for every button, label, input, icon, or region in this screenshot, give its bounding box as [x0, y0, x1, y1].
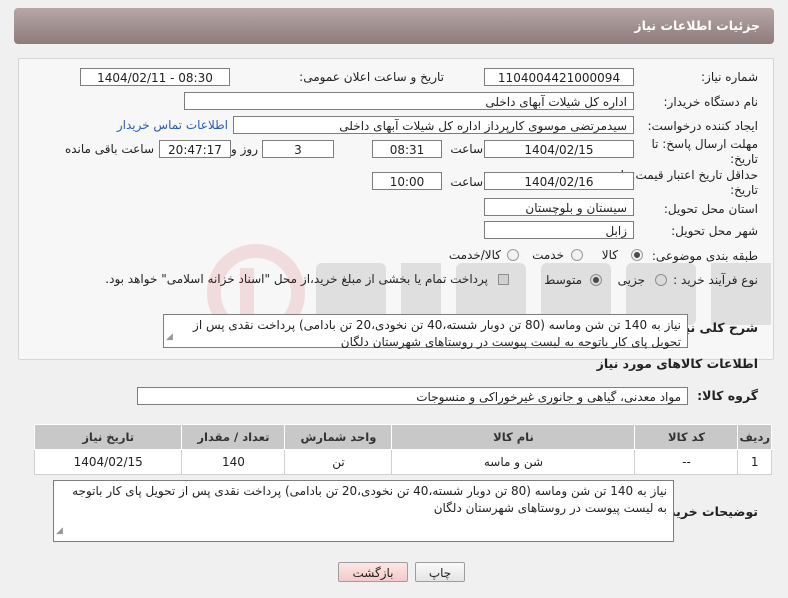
validity-time-label: ساعت: [450, 175, 483, 189]
validity-date-field[interactable]: 1404/02/16: [484, 172, 634, 190]
buyer-org-label: نام دستگاه خریدار:: [663, 95, 759, 109]
city-label: شهر محل تحویل:: [671, 224, 758, 238]
back-button[interactable]: بازگشت: [338, 562, 408, 582]
category-radio-service[interactable]: [571, 249, 583, 261]
page-title: جزئیات اطلاعات نیاز: [634, 18, 760, 33]
goods-group-field[interactable]: مواد معدنی، گیاهی و جانوری غیرخوراکی و م…: [137, 387, 688, 405]
cell-quantity: 140: [181, 449, 286, 475]
buyer-contact-link[interactable]: اطلاعات تماس خریدار: [117, 118, 228, 132]
resize-grip-icon[interactable]: ◢: [166, 329, 173, 346]
process-radio-medium[interactable]: [590, 274, 602, 286]
category-option-goods-service: کالا/خدمت: [448, 248, 501, 262]
description-text: نیاز به 140 تن شن وماسه (80 تن دوبار شست…: [193, 318, 681, 349]
buyer-org-field[interactable]: اداره کل شیلات آبهای داخلی: [184, 92, 634, 110]
category-option-service: خدمت: [532, 248, 564, 262]
goods-section-title: اطلاعات کالاهای مورد نیاز: [596, 356, 758, 371]
resize-grip-icon[interactable]: ◢: [56, 523, 63, 540]
description-textarea[interactable]: نیاز به 140 تن شن وماسه (80 تن دوبار شست…: [163, 314, 688, 349]
payment-note: پرداخت تمام یا بخشی از مبلغ خرید،از محل …: [105, 272, 488, 286]
cell-name: شن و ماسه: [391, 449, 636, 475]
province-field[interactable]: سیستان و بلوچستان: [484, 198, 634, 216]
page-header: جزئیات اطلاعات نیاز: [14, 8, 774, 44]
process-option-medium: متوسط: [544, 273, 582, 287]
announce-field[interactable]: 1404/02/11 - 08:30: [80, 68, 230, 86]
validity-time-field[interactable]: 10:00: [372, 172, 442, 190]
process-radio-minor[interactable]: [655, 274, 667, 286]
deadline-label: مهلت ارسال پاسخ: تا تاریخ:: [651, 137, 758, 166]
category-radio-goods[interactable]: [631, 249, 643, 261]
cell-code: --: [634, 449, 739, 475]
need-number-label: شماره نیاز:: [701, 70, 758, 84]
category-radio-goods-service[interactable]: [507, 249, 519, 261]
print-button[interactable]: چاپ: [415, 562, 465, 582]
deadline-time-label: ساعت: [450, 142, 483, 156]
col-name: نام کالا: [391, 424, 636, 450]
col-row: ردیف: [737, 424, 772, 450]
creator-field[interactable]: سیدمرتضی موسوی کارپرداز اداره کل شیلات آ…: [233, 116, 634, 134]
treasury-checkbox[interactable]: [498, 274, 509, 285]
col-unit: واحد شمارش: [284, 424, 393, 450]
deadline-date-field[interactable]: 1404/02/15: [484, 140, 634, 158]
cell-unit: تن: [284, 449, 393, 475]
process-label: نوع فرآیند خرید :: [673, 273, 758, 287]
col-code: کد کالا: [634, 424, 739, 450]
goods-group-label: گروه کالا:: [697, 388, 758, 403]
need-number-field[interactable]: 1104004421000094: [484, 68, 634, 86]
goods-table: ردیف کد کالا نام کالا واحد شمارش تعداد /…: [33, 424, 772, 475]
goods-table-header: ردیف کد کالا نام کالا واحد شمارش تعداد /…: [33, 424, 772, 450]
process-option-minor: جزیی: [617, 273, 645, 287]
cell-row: 1: [737, 449, 772, 475]
days-field[interactable]: 3: [262, 140, 334, 158]
buyer-notes-text: نیاز به 140 تن شن وماسه (80 تن دوبار شست…: [72, 484, 667, 515]
creator-label: ایجاد کننده درخواست:: [647, 119, 758, 133]
province-label: استان محل تحویل:: [663, 202, 758, 216]
remaining-label: ساعت باقی مانده: [64, 142, 154, 156]
buyer-notes-textarea[interactable]: نیاز به 140 تن شن وماسه (80 تن دوبار شست…: [53, 480, 674, 542]
announce-label: تاریخ و ساعت اعلان عمومی:: [299, 70, 444, 84]
cell-date: 1404/02/15: [33, 449, 183, 475]
city-field[interactable]: زابل: [484, 221, 634, 239]
deadline-time-field[interactable]: 08:31: [372, 140, 442, 158]
col-date: تاریخ نیاز: [33, 424, 183, 450]
col-quantity: تعداد / مقدار: [181, 424, 286, 450]
remaining-time-field[interactable]: 20:47:17: [159, 140, 231, 158]
category-option-goods: کالا: [601, 248, 618, 262]
days-label: روز و: [231, 142, 258, 156]
table-row[interactable]: 1 -- شن و ماسه تن 140 1404/02/15: [33, 449, 772, 475]
category-label: طبقه بندی موضوعی:: [651, 249, 758, 263]
